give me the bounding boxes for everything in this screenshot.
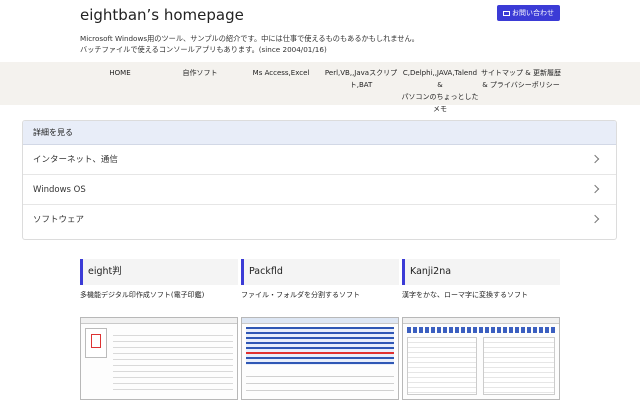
panel-row-label: Windows OS (33, 185, 86, 195)
nav-item-label: Perl,VB,,Javaスクリプ (324, 69, 398, 77)
card-title[interactable]: eight判 (80, 259, 238, 285)
seal-shape (91, 334, 101, 348)
card-title[interactable]: Kanji2na (402, 259, 560, 285)
description-line-2: バッチファイルで使えるコンソールアプリもあります。(since 2004/01/… (80, 45, 327, 54)
window-body (81, 324, 237, 399)
file-list (246, 327, 394, 365)
details-panel: 詳細を見る インターネット、通信 Windows OS ソフトウェア (22, 120, 617, 240)
panel-header: 詳細を見る (23, 121, 616, 145)
card-screenshot[interactable] (402, 317, 560, 400)
panel-row-internet[interactable]: インターネット、通信 (23, 145, 616, 175)
card-subtitle: ファイル・フォルダを分割するソフト (241, 291, 360, 299)
description-line-1: Microsoft Windows用のツール、サンプルの紹介です。中には仕事で使… (80, 34, 419, 43)
card-screenshot[interactable] (241, 317, 399, 400)
stamp-preview (85, 328, 107, 358)
window-body (403, 324, 559, 399)
main-nav: HOME 自作ソフト Ms Access,Excel Perl,VB,,Java… (0, 62, 640, 113)
panel-row-label: インターネット、通信 (33, 155, 118, 165)
contact-label: お問い合わせ (512, 9, 554, 17)
nav-item-label: C,Delphi,,JAVA,Talend & (402, 69, 478, 89)
nav-item-label: サイトマップ & 更新履歴 (481, 69, 561, 77)
card-subtitle: 漢字をかな、ローマ字に変換するソフト (402, 291, 528, 299)
window-body (242, 324, 398, 399)
toolbar-strip (407, 327, 555, 333)
options-form (246, 370, 394, 396)
card-subtitle: 多機能デジタル印作成ソフト(電子印鑑) (80, 291, 205, 299)
chevron-right-icon (590, 154, 600, 164)
chevron-right-icon (590, 184, 600, 194)
nav-item-label: HOME (109, 69, 131, 77)
nav-item-memo[interactable]: C,Delphi,,JAVA,Talend & パソコンのちょっとした メモ (400, 67, 480, 115)
input-text-area (407, 337, 477, 395)
card-title[interactable]: Packfld (241, 259, 399, 285)
nav-item-home[interactable]: HOME (100, 67, 140, 79)
nav-item-software[interactable]: 自作ソフト (172, 67, 228, 79)
chevron-right-icon (590, 214, 600, 224)
nav-item-sitemap[interactable]: サイトマップ & 更新履歴 & プライバシーポリシー (480, 67, 562, 91)
output-text-area (483, 337, 555, 395)
nav-item-label: ト,BAT (349, 81, 373, 89)
contact-button[interactable]: お問い合わせ (497, 5, 560, 21)
mail-icon (503, 10, 510, 16)
nav-item-label: & プライバシーポリシー (482, 81, 560, 89)
nav-item-access-excel[interactable]: Ms Access,Excel (248, 67, 314, 79)
nav-item-label: メモ (433, 105, 447, 113)
software-card-eightban[interactable]: eight判 多機能デジタル印作成ソフト(電子印鑑) (80, 259, 238, 400)
software-card-kanji2na[interactable]: Kanji2na 漢字をかな、ローマ字に変換するソフト (402, 259, 560, 400)
nav-item-label: Ms Access,Excel (252, 69, 310, 77)
panel-row-windows[interactable]: Windows OS (23, 175, 616, 205)
panel-row-software[interactable]: ソフトウェア (23, 205, 616, 235)
software-card-packfld[interactable]: Packfld ファイル・フォルダを分割するソフト (241, 259, 399, 400)
site-title[interactable]: eightban’s homepage (80, 6, 244, 24)
settings-grid (113, 330, 233, 392)
card-screenshot[interactable] (80, 317, 238, 400)
panel-row-label: ソフトウェア (33, 215, 85, 225)
nav-item-scripts[interactable]: Perl,VB,,Javaスクリプ ト,BAT (322, 67, 400, 91)
site-description: Microsoft Windows用のツール、サンプルの紹介です。中には仕事で使… (80, 33, 419, 55)
selected-row (246, 352, 394, 354)
nav-item-label: 自作ソフト (182, 69, 218, 77)
nav-item-label: パソコンのちょっとした (401, 93, 479, 101)
